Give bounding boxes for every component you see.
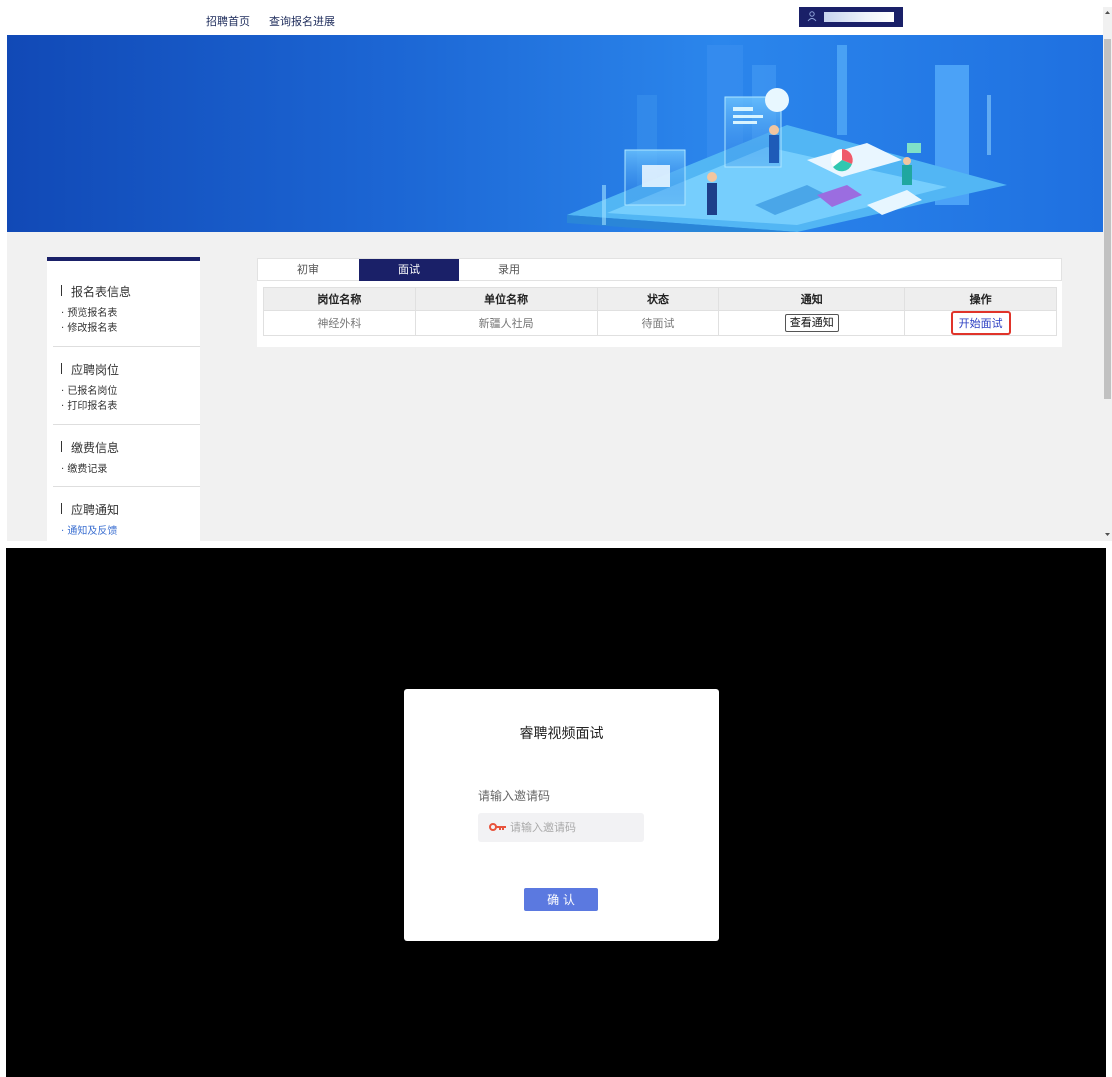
scroll-down-icon[interactable] bbox=[1104, 531, 1111, 538]
table-header-row: 岗位名称 单位名称 状态 通知 操作 bbox=[263, 287, 1057, 311]
dialog-title: 睿聘视频面试 bbox=[519, 726, 604, 742]
scroll-up-icon[interactable] bbox=[1104, 9, 1111, 16]
invite-code-input[interactable] bbox=[510, 819, 638, 836]
video-interview-screen: 睿聘视频面试 请输入邀请码 确 认 bbox=[6, 548, 1106, 1077]
banner-illustration bbox=[567, 45, 1007, 232]
unit-cell: 新疆人社局 bbox=[414, 310, 598, 336]
sidebar: 报名表信息 · 预览报名表 · 修改报名表 应聘岗位 · 已报名岗位 · 打印报… bbox=[47, 257, 200, 541]
column-header: 通知 bbox=[718, 287, 906, 311]
notice-cell: 查看通知 bbox=[718, 310, 906, 336]
nav-link-home[interactable]: 招聘首页 bbox=[206, 13, 250, 29]
confirm-button[interactable]: 确 认 bbox=[524, 888, 598, 911]
sidebar-group-title: 应聘通知 bbox=[61, 501, 119, 518]
divider bbox=[53, 486, 200, 487]
view-notice-button[interactable]: 查看通知 bbox=[784, 314, 839, 332]
user-account-box[interactable] bbox=[799, 7, 903, 27]
tab-bar: 初审 面试 录用 bbox=[257, 258, 1062, 281]
sidebar-group-title: 报名表信息 bbox=[61, 283, 131, 300]
status-cell: 待面试 bbox=[596, 310, 720, 336]
sidebar-item-applied-positions[interactable]: · 已报名岗位 bbox=[61, 382, 117, 397]
column-header: 操作 bbox=[904, 287, 1057, 311]
sidebar-item-notice-feedback[interactable]: · 通知及反馈 bbox=[61, 522, 117, 537]
key-icon bbox=[489, 823, 506, 831]
column-header: 单位名称 bbox=[414, 287, 598, 311]
invite-code-field[interactable] bbox=[478, 813, 644, 842]
invite-code-label: 请输入邀请码 bbox=[478, 789, 551, 803]
scrollbar-thumb[interactable] bbox=[1104, 39, 1111, 399]
column-header: 岗位名称 bbox=[263, 287, 416, 311]
tab-hired[interactable]: 录用 bbox=[459, 259, 559, 281]
username-redacted bbox=[824, 12, 894, 22]
divider bbox=[53, 346, 200, 347]
invite-code-dialog: 睿聘视频面试 请输入邀请码 确 认 bbox=[404, 689, 719, 941]
start-interview-button[interactable]: 开始面试 bbox=[950, 311, 1011, 335]
sidebar-item-print-form[interactable]: · 打印报名表 bbox=[61, 397, 117, 412]
page-scrollbar[interactable] bbox=[1103, 7, 1112, 541]
position-cell: 神经外科 bbox=[263, 310, 416, 336]
tab-preliminary-review[interactable]: 初审 bbox=[258, 259, 358, 281]
recruitment-portal-screenshot: 招聘首页 查询报名进展 报名表信息 · 预览报名表 · 修改报名表 应聘岗位 ·… bbox=[7, 7, 1112, 541]
interview-table: 岗位名称 单位名称 状态 通知 操作 神经外科 新疆人社局 待面试 查看通知 开… bbox=[263, 287, 1057, 336]
sidebar-item-payment-records[interactable]: · 缴费记录 bbox=[61, 460, 107, 475]
nav-link-progress[interactable]: 查询报名进展 bbox=[269, 13, 335, 29]
divider bbox=[53, 424, 200, 425]
table-row: 神经外科 新疆人社局 待面试 查看通知 开始面试 bbox=[263, 310, 1057, 336]
sidebar-group-title: 缴费信息 bbox=[61, 439, 119, 456]
user-icon bbox=[807, 11, 817, 22]
sidebar-item-edit-form[interactable]: · 修改报名表 bbox=[61, 319, 117, 334]
column-header: 状态 bbox=[596, 287, 720, 311]
action-cell: 开始面试 bbox=[904, 310, 1057, 336]
sidebar-item-preview-form[interactable]: · 预览报名表 bbox=[61, 304, 117, 319]
tab-interview[interactable]: 面试 bbox=[359, 259, 459, 281]
top-navigation: 招聘首页 查询报名进展 bbox=[7, 7, 1103, 35]
sidebar-group-title: 应聘岗位 bbox=[61, 361, 119, 378]
main-content: 初审 面试 录用 岗位名称 单位名称 状态 通知 操作 神经外科 新疆人社局 待… bbox=[257, 258, 1062, 347]
header-banner bbox=[7, 35, 1103, 232]
